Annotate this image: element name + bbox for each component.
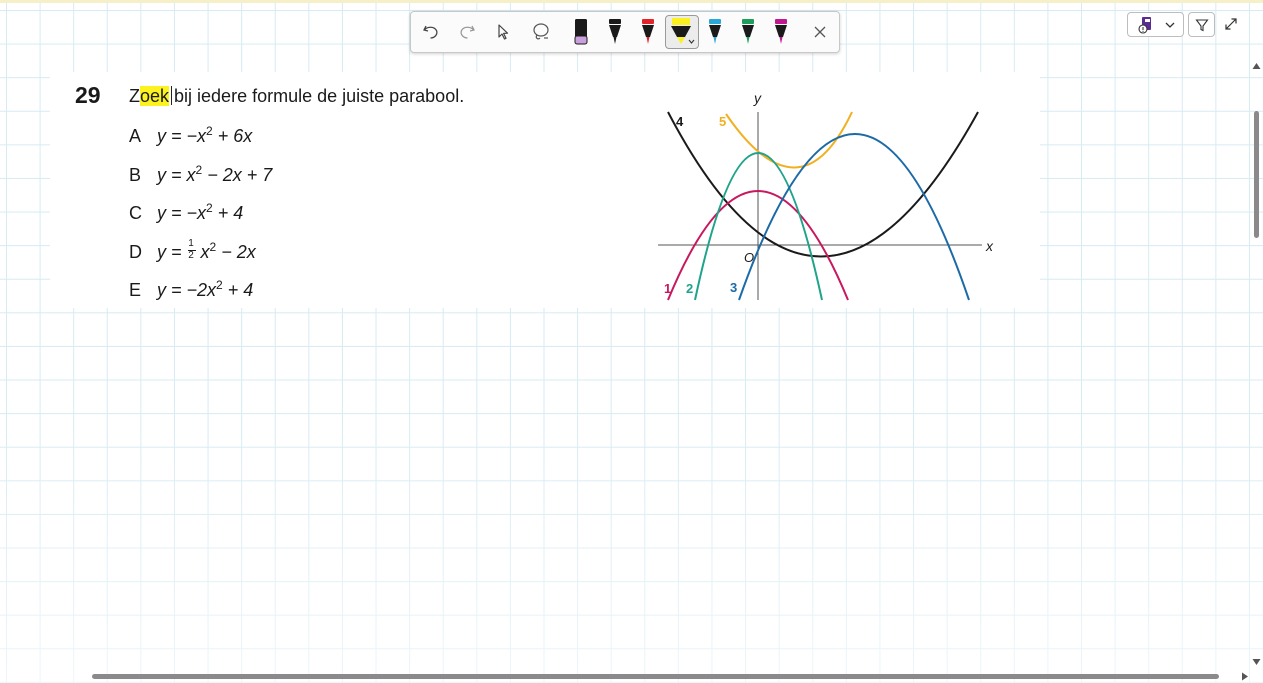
exponent: 2 bbox=[206, 124, 213, 138]
top-accent-line bbox=[0, 0, 1263, 3]
pen-purple-icon bbox=[574, 19, 588, 45]
fraction-denominator: 2 bbox=[188, 250, 194, 261]
close-toolbar-button[interactable] bbox=[804, 16, 836, 48]
x-axis-label: x bbox=[985, 238, 994, 254]
ink-toolbar bbox=[410, 11, 840, 53]
highlighted-word: oek bbox=[140, 86, 170, 106]
select-cursor-icon bbox=[498, 24, 509, 40]
option-label: A bbox=[129, 126, 142, 146]
highlighter-yellow-icon bbox=[671, 18, 695, 44]
horizontal-scrollbar[interactable] bbox=[80, 670, 1263, 683]
scroll-down-icon[interactable] bbox=[1252, 658, 1261, 666]
pen-black-icon bbox=[609, 19, 621, 44]
pen-blue-icon bbox=[709, 19, 721, 44]
pen-red-button[interactable] bbox=[632, 16, 664, 48]
option-label: D bbox=[129, 242, 142, 262]
option-formula-rest: − 2x bbox=[216, 242, 256, 262]
option-formula: y = −x bbox=[157, 126, 207, 146]
expand-button[interactable] bbox=[1223, 16, 1241, 34]
select-tool-button[interactable] bbox=[487, 16, 519, 48]
option-formula-rest: − 2x + 7 bbox=[202, 165, 273, 185]
parabola-3 bbox=[738, 133, 970, 301]
curve-label-5: 5 bbox=[719, 114, 726, 129]
option-formula: y = −2x bbox=[157, 280, 217, 300]
parabola-4 bbox=[667, 111, 979, 258]
fraction-numerator: 1 bbox=[188, 238, 194, 249]
y-axis-label: y bbox=[753, 90, 762, 106]
pen-red-icon bbox=[642, 19, 654, 44]
exponent: 2 bbox=[206, 201, 213, 215]
question-text-rest: bij iedere formule de juiste parabool. bbox=[174, 86, 465, 106]
ink-filter-button[interactable] bbox=[1188, 12, 1215, 37]
pen-green-icon bbox=[742, 19, 754, 44]
curve-label-3: 3 bbox=[730, 280, 737, 295]
pen-settings-dropdown[interactable] bbox=[1127, 12, 1184, 37]
highlighter-yellow-button[interactable] bbox=[665, 15, 699, 49]
question-number: 29 bbox=[75, 82, 101, 108]
redo-button[interactable] bbox=[451, 16, 483, 48]
lasso-tool-button[interactable] bbox=[525, 16, 557, 48]
expand-icon bbox=[1225, 18, 1237, 30]
option-formula: y = −x bbox=[157, 203, 207, 223]
fraction-one-half: 12 bbox=[187, 238, 196, 261]
option-formula-rest: + 4 bbox=[212, 203, 244, 223]
question-first-letter: Z bbox=[129, 86, 140, 106]
option-formula-rest: + 4 bbox=[222, 280, 254, 300]
chevron-down-icon bbox=[1165, 22, 1174, 28]
option-formula-rest: + 6x bbox=[212, 126, 253, 146]
option-label: B bbox=[129, 165, 142, 185]
redo-icon bbox=[460, 25, 475, 39]
curve-label-4: 4 bbox=[676, 114, 684, 129]
option-b: By = x2 − 2x + 7 bbox=[129, 163, 272, 186]
funnel-icon bbox=[1194, 18, 1209, 31]
curve-label-1: 1 bbox=[664, 281, 671, 296]
vertical-scrollbar[interactable] bbox=[1250, 60, 1263, 670]
scroll-right-icon[interactable] bbox=[1241, 672, 1249, 681]
option-formula: y = bbox=[157, 242, 187, 262]
pen-magenta-button[interactable] bbox=[765, 16, 797, 48]
pen-magenta-icon bbox=[775, 19, 787, 44]
scroll-up-icon[interactable] bbox=[1252, 62, 1261, 70]
text-caret bbox=[171, 86, 173, 105]
option-formula: y = x bbox=[157, 165, 196, 185]
pen-purple-button[interactable] bbox=[565, 16, 597, 48]
option-formula-mid: x bbox=[195, 242, 210, 262]
option-label: C bbox=[129, 203, 142, 223]
horizontal-scroll-thumb[interactable] bbox=[92, 674, 1219, 679]
undo-button[interactable] bbox=[415, 16, 447, 48]
vertical-scroll-thumb[interactable] bbox=[1254, 111, 1259, 238]
exponent: 2 bbox=[216, 278, 223, 292]
pen-blue-button[interactable] bbox=[699, 16, 731, 48]
option-label: E bbox=[129, 280, 142, 300]
pen-black-button[interactable] bbox=[599, 16, 631, 48]
pen-settings-icon bbox=[1137, 16, 1151, 34]
lasso-icon bbox=[533, 23, 549, 40]
close-icon bbox=[814, 26, 826, 38]
curve-label-2: 2 bbox=[686, 281, 693, 296]
pen-green-button[interactable] bbox=[732, 16, 764, 48]
parabola-graph: x y O 4 5 1 2 3 bbox=[658, 90, 994, 301]
undo-icon bbox=[423, 25, 438, 39]
option-c: Cy = −x2 + 4 bbox=[129, 201, 243, 224]
option-a: Ay = −x2 + 6x bbox=[129, 124, 252, 147]
option-e: Ey = −2x2 + 4 bbox=[129, 278, 253, 301]
option-d: Dy = 12 x2 − 2x bbox=[129, 238, 256, 263]
question-text[interactable]: Zoek bij iedere formule de juiste paraboo… bbox=[129, 86, 464, 107]
